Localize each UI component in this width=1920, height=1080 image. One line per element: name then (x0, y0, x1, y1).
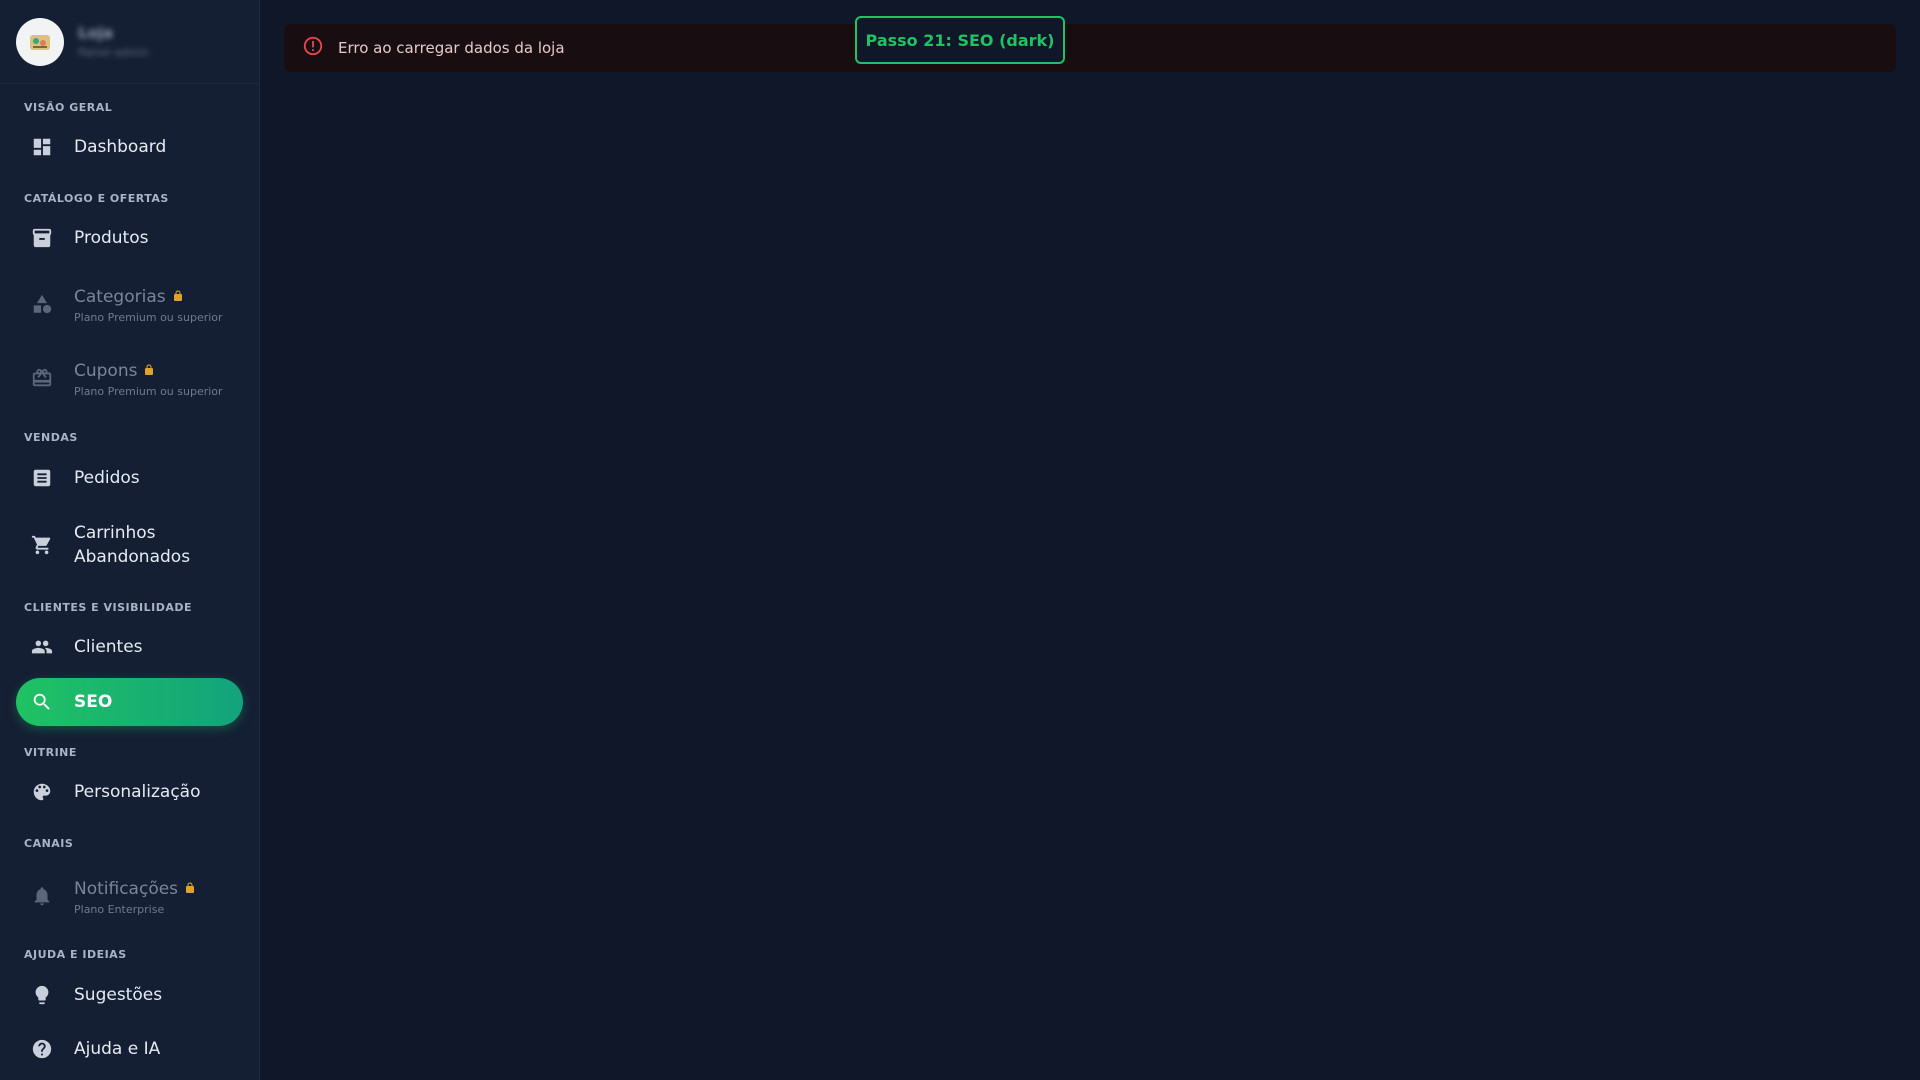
people-icon (30, 635, 54, 659)
sidebar-item-label: Notificações (74, 878, 179, 899)
sidebar-item-seo[interactable]: SEO (16, 678, 243, 726)
sidebar-item-label-line1: Carrinhos (74, 523, 156, 543)
sidebar: Loja Painel admin VISÃO GERAL Dashboard … (0, 0, 260, 1080)
archive-icon (30, 226, 54, 250)
error-icon (302, 35, 324, 61)
lock-icon (143, 359, 155, 383)
section-label-help: AJUDA E IDEIAS (24, 948, 127, 961)
sidebar-item-label: Personalização (74, 782, 201, 802)
lock-icon (172, 285, 184, 309)
sidebar-item-label: Cupons (74, 360, 138, 381)
error-message: Erro ao carregar dados da loja (338, 39, 565, 57)
sidebar-item-personalizacao[interactable]: Personalização (16, 774, 243, 810)
section-label-overview: VISÃO GERAL (24, 101, 113, 114)
store-header[interactable]: Loja Painel admin (0, 0, 259, 84)
sidebar-item-clientes[interactable]: Clientes (16, 629, 243, 665)
palette-icon (30, 780, 54, 804)
sidebar-item-sugestoes[interactable]: Sugestões (16, 977, 243, 1013)
coupon-icon (30, 366, 54, 390)
sidebar-item-produtos[interactable]: Produtos (16, 220, 243, 256)
error-banner: Erro ao carregar dados da loja (284, 24, 1896, 72)
search-icon (30, 690, 54, 714)
orders-icon (30, 466, 54, 490)
sidebar-item-pedidos[interactable]: Pedidos (16, 460, 243, 496)
sidebar-item-label: Produtos (74, 228, 149, 248)
sidebar-item-label-line2: Abandonados (74, 547, 191, 567)
help-icon (30, 1037, 54, 1061)
sidebar-item-label: SEO (74, 692, 113, 712)
section-label-channels: CANAIS (24, 837, 74, 850)
store-logo (16, 17, 64, 66)
dashboard-icon (30, 135, 54, 159)
sidebar-item-label: Pedidos (74, 468, 140, 488)
app-root: Loja Painel admin VISÃO GERAL Dashboard … (0, 0, 1920, 1080)
store-logo-icon (30, 34, 50, 50)
store-name: Loja (78, 24, 114, 42)
section-label-clients: CLIENTES E VISIBILIDADE (24, 601, 192, 614)
sidebar-item-cupons[interactable]: Cupons Plano Premium ou superior (16, 356, 243, 400)
sidebar-item-dashboard[interactable]: Dashboard (16, 129, 243, 165)
store-subtitle: Painel admin (78, 46, 149, 59)
cart-icon (30, 533, 54, 557)
step-badge: Passo 21: SEO (dark) (855, 16, 1065, 64)
sidebar-item-label: Dashboard (74, 137, 167, 157)
bell-icon (30, 884, 54, 908)
sidebar-item-label: Ajuda e IA (74, 1039, 161, 1059)
section-label-catalog: CATÁLOGO E OFERTAS (24, 192, 169, 205)
lightbulb-icon (30, 983, 54, 1007)
sidebar-item-label: Sugestões (74, 985, 163, 1005)
sidebar-item-notificacoes[interactable]: Notificações Plano Enterprise (16, 874, 243, 918)
section-label-sales: VENDAS (24, 431, 78, 444)
sidebar-item-label: Clientes (74, 637, 143, 657)
sidebar-item-ajuda-ia[interactable]: Ajuda e IA (16, 1031, 243, 1067)
category-icon (30, 292, 54, 316)
sidebar-item-plan-note: Plano Premium ou superior (74, 384, 223, 398)
sidebar-item-plan-note: Plano Enterprise (74, 902, 165, 916)
lock-icon (184, 877, 196, 901)
section-label-storefront: VITRINE (24, 746, 77, 759)
sidebar-item-label: Categorias (74, 286, 166, 307)
sidebar-item-carrinhos-abandonados[interactable]: Carrinhos Abandonados (16, 520, 243, 570)
sidebar-item-categorias[interactable]: Categorias Plano Premium ou superior (16, 282, 243, 326)
sidebar-item-plan-note: Plano Premium ou superior (74, 310, 223, 324)
